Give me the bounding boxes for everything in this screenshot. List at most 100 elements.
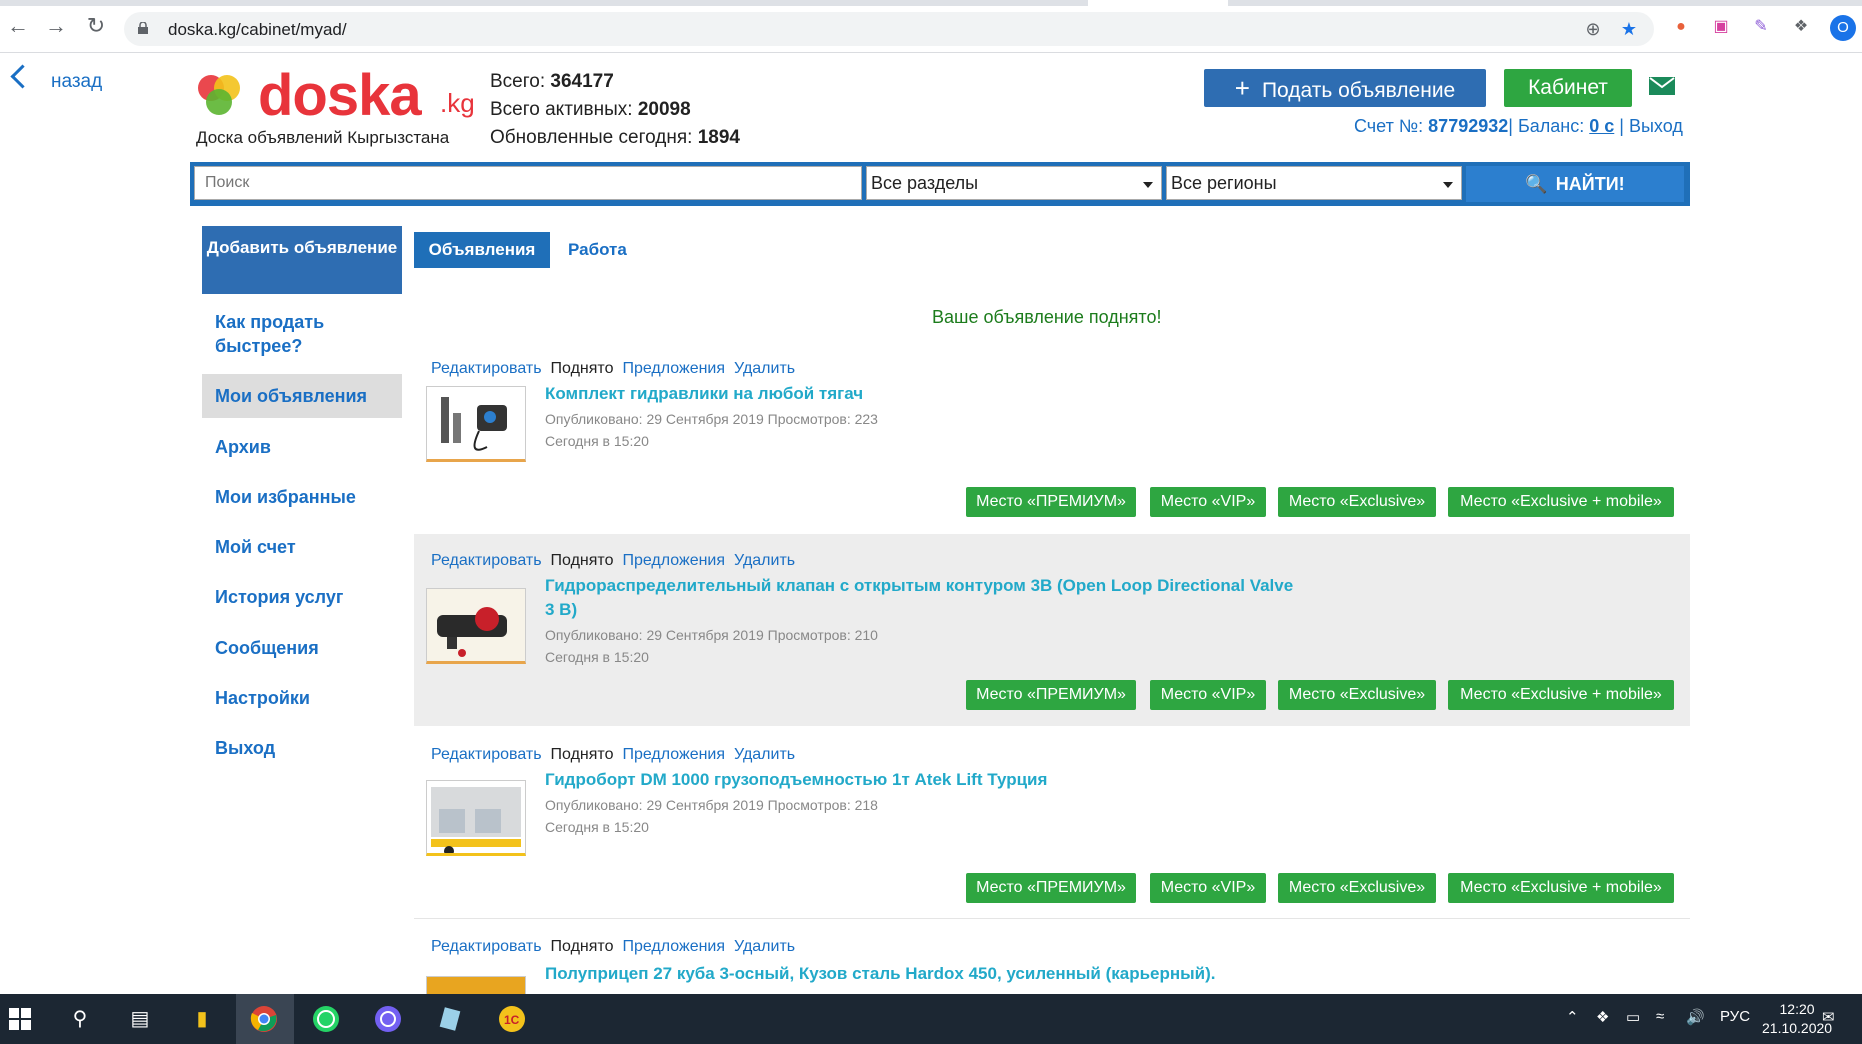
section-select-value: Все разделы: [871, 173, 979, 193]
sidebar-item-messages[interactable]: Сообщения: [202, 636, 402, 660]
listing-title[interactable]: Гидроборт DM 1000 грузоподъемностью 1т A…: [545, 768, 1305, 792]
url-text[interactable]: doska.kg/cabinet/myad/: [168, 20, 347, 40]
dropbox-icon[interactable]: ❖: [1596, 1008, 1609, 1026]
sidebar-item-archive[interactable]: Архив: [202, 435, 402, 459]
mail-icon[interactable]: [1649, 77, 1675, 95]
offers-link[interactable]: Предложения: [622, 746, 725, 763]
sidebar-item-my-ads[interactable]: Мои объявления: [202, 374, 402, 418]
sidebar-item-my-account[interactable]: Мой счет: [202, 535, 402, 559]
active-tab[interactable]: [1088, 0, 1228, 6]
listing-title[interactable]: Гидрораспределительный клапан с открытым…: [545, 574, 1305, 622]
listing-raised-time: Сегодня в 15:20: [545, 649, 649, 665]
wifi-icon[interactable]: ≈: [1656, 1008, 1664, 1025]
delete-link[interactable]: Удалить: [734, 938, 795, 955]
viber-icon[interactable]: [372, 1003, 404, 1035]
tray-chevron-up-icon[interactable]: ⌃: [1566, 1008, 1579, 1026]
edit-link[interactable]: Редактировать: [431, 746, 542, 763]
reload-icon[interactable]: ↻: [84, 14, 108, 38]
address-bar[interactable]: doska.kg/cabinet/myad/ ⊕ ★: [124, 12, 1654, 46]
extension-fire-icon[interactable]: ●: [1670, 16, 1692, 38]
region-select[interactable]: Все регионы: [1166, 166, 1462, 200]
promo-vip-button[interactable]: Место «VIP»: [1150, 487, 1266, 517]
find-button[interactable]: 🔍 НАЙТИ!: [1466, 166, 1684, 202]
tab-ads[interactable]: Объявления: [414, 232, 550, 268]
find-label: НАЙТИ!: [1555, 174, 1625, 194]
sidebar-item-favorites[interactable]: Мои избранные: [202, 485, 402, 509]
listing-thumbnail[interactable]: [426, 588, 526, 664]
chrome-icon[interactable]: [248, 1003, 280, 1035]
extensions-puzzle-icon[interactable]: ❖: [1790, 16, 1812, 38]
balance-value[interactable]: 0 с: [1589, 116, 1614, 136]
tail-lift-image: [431, 787, 521, 853]
listing-thumbnail[interactable]: [426, 386, 526, 462]
post-ad-button[interactable]: + Подать объявление: [1204, 69, 1486, 107]
promo-premium-button[interactable]: Место «ПРЕМИУМ»: [966, 680, 1136, 710]
edit-link[interactable]: Редактировать: [431, 552, 542, 569]
file-explorer-icon[interactable]: ▮: [186, 1003, 218, 1035]
listing-title[interactable]: Комплект гидравлики на любой тягач: [545, 382, 1305, 406]
logo-suffix: .kg: [440, 88, 475, 118]
delete-link[interactable]: Удалить: [734, 360, 795, 377]
logo-dots-icon: [198, 75, 240, 115]
logo-subtitle: Доска объявлений Кыргызстана: [196, 128, 450, 147]
post-ad-label: Подать объявление: [1261, 79, 1456, 102]
add-ad-button[interactable]: Добавить объявление: [202, 226, 402, 294]
search-input[interactable]: [194, 166, 862, 200]
edit-link[interactable]: Редактировать: [431, 938, 542, 955]
add-icon[interactable]: ⊕: [1582, 18, 1604, 40]
listing-thumbnail[interactable]: [426, 780, 526, 856]
volume-icon[interactable]: 🔊: [1686, 1008, 1705, 1026]
cabinet-button[interactable]: Кабинет: [1504, 69, 1632, 107]
promo-exclusive-button[interactable]: Место «Exclusive»: [1278, 873, 1436, 903]
promo-exclusive-button[interactable]: Место «Exclusive»: [1278, 487, 1436, 517]
extension-pen-icon[interactable]: ✎: [1750, 16, 1772, 38]
sidebar-item-settings[interactable]: Настройки: [202, 686, 402, 710]
sidebar-item-how-to-sell[interactable]: Как продать быстрее?: [202, 310, 402, 358]
listing-thumbnail[interactable]: [426, 976, 526, 994]
search-bar: Все разделы Все регионы 🔍 НАЙТИ!: [190, 162, 1690, 206]
search-icon[interactable]: ⚲: [64, 1003, 96, 1035]
notifications-icon[interactable]: ✉: [1822, 1008, 1835, 1026]
account-number: 87792932: [1428, 116, 1509, 136]
promo-exclusive-mobile-button[interactable]: Место «Exclusive + mobile»: [1448, 873, 1674, 903]
whatsapp-icon[interactable]: [310, 1003, 342, 1035]
back-arrow-icon[interactable]: ←: [6, 14, 30, 38]
profile-avatar[interactable]: O: [1830, 15, 1856, 41]
tab-work[interactable]: Работа: [568, 232, 627, 268]
task-view-icon[interactable]: ▤: [124, 1003, 156, 1035]
listing-item: Редактировать Поднято Предложения Удалить К…: [414, 356, 1690, 522]
success-notice: Ваше объявление поднято!: [932, 307, 1162, 327]
delete-link[interactable]: Удалить: [734, 746, 795, 763]
promo-exclusive-mobile-button[interactable]: Место «Exclusive + mobile»: [1448, 487, 1674, 517]
edit-link[interactable]: Редактировать: [431, 360, 542, 377]
offers-link[interactable]: Предложения: [622, 552, 725, 569]
delete-link[interactable]: Удалить: [734, 552, 795, 569]
promo-exclusive-button[interactable]: Место «Exclusive»: [1278, 680, 1436, 710]
windows-taskbar: ⚲ ▤ ▮ 1С ⌃ ❖ ▭ ≈ 🔊 РУС 12:20 21.10.2020 …: [0, 994, 1862, 1044]
listing-title[interactable]: Полуприцеп 27 куба 3-осный, Кузов сталь …: [545, 962, 1305, 986]
battery-icon[interactable]: ▭: [1626, 1008, 1640, 1026]
language-indicator[interactable]: РУС: [1720, 1008, 1750, 1025]
promo-premium-button[interactable]: Место «ПРЕМИУМ»: [966, 873, 1136, 903]
back-link[interactable]: назад: [10, 64, 102, 93]
sidebar-item-logout[interactable]: Выход: [202, 736, 402, 760]
promo-vip-button[interactable]: Место «VIP»: [1150, 873, 1266, 903]
logout-link[interactable]: | Выход: [1619, 116, 1683, 136]
windows-start-icon[interactable]: [4, 1003, 36, 1035]
bookmark-star-icon[interactable]: ★: [1618, 18, 1640, 40]
1c-app-icon[interactable]: 1С: [496, 1003, 528, 1035]
offers-link[interactable]: Предложения: [622, 360, 725, 377]
promo-exclusive-mobile-button[interactable]: Место «Exclusive + mobile»: [1448, 680, 1674, 710]
forward-arrow-icon[interactable]: →: [44, 14, 68, 38]
promo-vip-button[interactable]: Место «VIP»: [1150, 680, 1266, 710]
promo-premium-button[interactable]: Место «ПРЕМИУМ»: [966, 487, 1136, 517]
offers-link[interactable]: Предложения: [622, 938, 725, 955]
section-select[interactable]: Все разделы: [866, 166, 1162, 200]
sidebar-item-service-history[interactable]: История услуг: [202, 585, 402, 609]
extension-instagram-icon[interactable]: ▣: [1710, 16, 1732, 38]
updated-value: 1894: [697, 127, 740, 148]
active-value: 20098: [637, 99, 691, 120]
hydraulics-kit-image: [441, 397, 507, 451]
site-logo[interactable]: doska .kg Доска объявлений Кыргызстана: [196, 62, 476, 147]
notes-app-icon[interactable]: [434, 1003, 466, 1035]
